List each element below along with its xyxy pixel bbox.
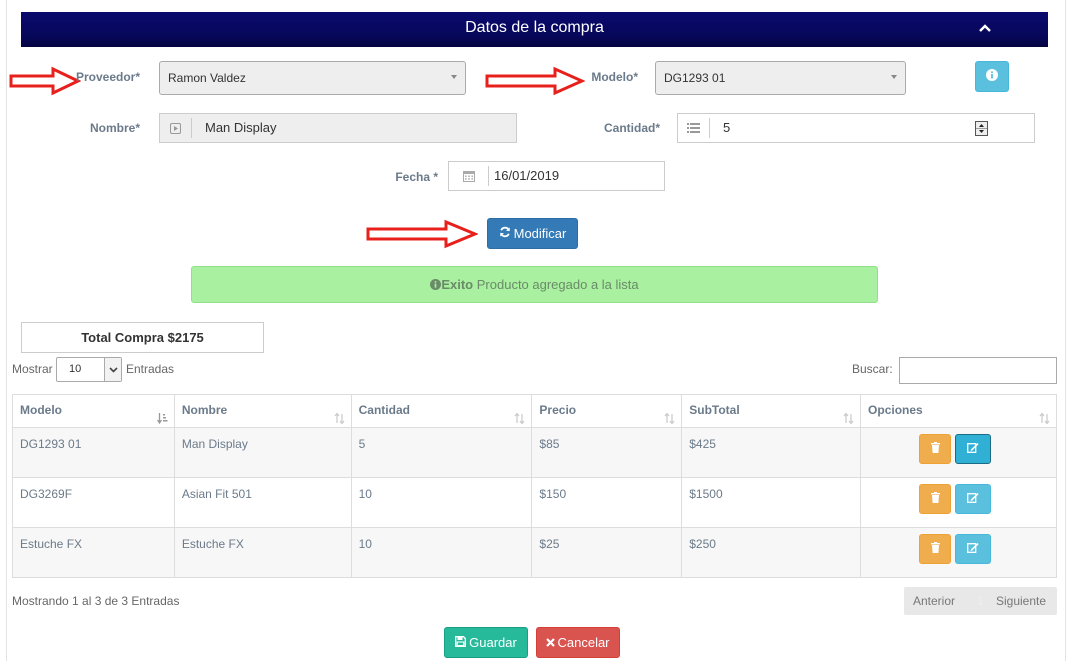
pagination-next[interactable]: Siguiente	[996, 587, 1046, 615]
column-header-modelo[interactable]: Modelo	[12, 394, 175, 428]
sort-amount-asc-icon	[156, 405, 168, 436]
chevron-down-icon	[104, 358, 121, 381]
modelo-label: Modelo*	[591, 70, 638, 84]
table-row: Estuche FX Estuche FX 10 $25 $250	[12, 527, 1057, 578]
sort-icon	[664, 405, 675, 436]
pagination-prev[interactable]: Anterior	[913, 587, 955, 615]
cell-cantidad: 5	[350, 427, 533, 478]
cancelar-button[interactable]: Cancelar	[536, 627, 620, 658]
delete-button[interactable]	[919, 534, 952, 564]
info-circle-icon	[986, 69, 998, 84]
times-icon	[546, 635, 556, 650]
cancelar-label: Cancelar	[557, 635, 610, 650]
cell-nombre: Estuche FX	[173, 527, 352, 578]
trash-icon	[930, 492, 940, 506]
delete-button[interactable]	[919, 484, 952, 514]
refresh-icon	[499, 226, 511, 241]
edit-icon	[967, 442, 979, 456]
quantity-stepper[interactable]	[975, 121, 988, 136]
modelo-select[interactable]: DG1293 01	[655, 61, 906, 95]
alert-message: Producto agregado a la lista	[473, 277, 639, 292]
purchase-table: Modelo Nombre Cantidad Precio SubTotal O…	[12, 394, 1057, 578]
section-header: Datos de la compra	[21, 12, 1048, 47]
modelo-value: DG1293 01	[664, 71, 726, 85]
guardar-label: Guardar	[469, 635, 517, 650]
edit-button[interactable]	[955, 534, 992, 564]
edit-button[interactable]	[955, 484, 992, 514]
edit-button[interactable]	[955, 434, 992, 464]
column-header-subtotal[interactable]: SubTotal	[681, 394, 862, 428]
fecha-value: 16/01/2019	[494, 168, 560, 183]
section-title: Datos de la compra	[465, 19, 604, 36]
table-info: Mostrando 1 al 3 de 3 Entradas	[12, 594, 180, 608]
alert-title: Exito	[441, 277, 474, 292]
info-circle-icon	[430, 268, 442, 303]
sort-icon	[514, 405, 525, 436]
mostrar-label: Mostrar	[12, 362, 53, 376]
annotation-arrow-modificar	[366, 219, 478, 249]
fecha-field[interactable]: 16/01/2019	[448, 161, 665, 191]
column-header-precio[interactable]: Precio	[531, 394, 683, 428]
modificar-label: Modificar	[513, 226, 567, 241]
cell-modelo: Estuche FX	[12, 527, 175, 578]
proveedor-label: Proveedor*	[75, 70, 140, 84]
cell-opciones	[860, 527, 1057, 578]
nombre-field[interactable]: Man Display	[159, 113, 517, 143]
dropdown-caret-icon	[451, 75, 457, 79]
trash-icon	[930, 442, 940, 456]
cell-precio: $25	[531, 527, 683, 578]
nombre-label: Nombre*	[89, 121, 140, 135]
entradas-label: Entradas	[126, 362, 175, 376]
cell-cantidad: 10	[350, 527, 533, 578]
delete-button[interactable]	[919, 434, 952, 464]
total-compra: Total Compra $2175	[21, 322, 264, 353]
pagination-page[interactable]: 1	[977, 587, 984, 615]
cell-modelo: DG1293 01	[12, 427, 175, 478]
guardar-button[interactable]: Guardar	[444, 627, 528, 658]
column-header-nombre[interactable]: Nombre	[173, 394, 352, 428]
list-icon	[678, 118, 710, 138]
proveedor-value: Ramon Valdez	[168, 71, 246, 85]
edit-icon	[967, 492, 979, 506]
search-input[interactable]	[899, 357, 1057, 384]
sort-icon	[334, 405, 345, 436]
cell-opciones	[860, 477, 1057, 528]
success-alert: Exito Producto agregado a la lista	[191, 266, 878, 303]
cell-subtotal: $1500	[681, 477, 862, 528]
cell-opciones	[860, 427, 1057, 478]
proveedor-select[interactable]: Ramon Valdez	[159, 61, 466, 95]
buscar-label: Buscar:	[852, 362, 893, 376]
info-button[interactable]	[975, 61, 1009, 92]
dropdown-caret-icon	[891, 75, 897, 79]
cell-modelo: DG3269F	[12, 477, 175, 528]
cantidad-value: 5	[723, 120, 731, 135]
cell-nombre: Asian Fit 501	[173, 477, 352, 528]
cell-subtotal: $425	[681, 427, 862, 478]
sort-icon	[843, 405, 854, 436]
chevron-up-icon[interactable]	[974, 12, 996, 43]
column-header-cantidad[interactable]: Cantidad	[350, 394, 533, 428]
fecha-label: Fecha *	[395, 170, 438, 184]
modificar-button[interactable]: Modificar	[487, 218, 578, 249]
cell-precio: $85	[531, 427, 683, 478]
cell-nombre: Man Display	[173, 427, 352, 478]
cell-subtotal: $250	[681, 527, 862, 578]
cantidad-label: Cantidad*	[603, 121, 660, 135]
floppy-icon	[455, 635, 467, 650]
edit-icon	[967, 542, 979, 556]
calendar-icon	[449, 166, 489, 186]
cell-cantidad: 10	[350, 477, 533, 528]
nombre-value: Man Display	[205, 120, 277, 135]
table-row: DG3269F Asian Fit 501 10 $150 $1500	[12, 477, 1057, 528]
cantidad-field[interactable]: 5	[677, 113, 1035, 143]
entries-length-select[interactable]: 10	[56, 357, 122, 382]
column-header-opciones[interactable]: Opciones	[860, 394, 1057, 428]
trash-icon	[930, 542, 940, 556]
play-square-icon	[160, 118, 192, 138]
cell-precio: $150	[531, 477, 683, 528]
entries-length-value: 10	[69, 363, 82, 375]
pagination: Anterior 1 Siguiente	[904, 587, 1057, 615]
sort-icon	[1039, 405, 1050, 436]
table-row: DG1293 01 Man Display 5 $85 $425	[12, 427, 1057, 478]
